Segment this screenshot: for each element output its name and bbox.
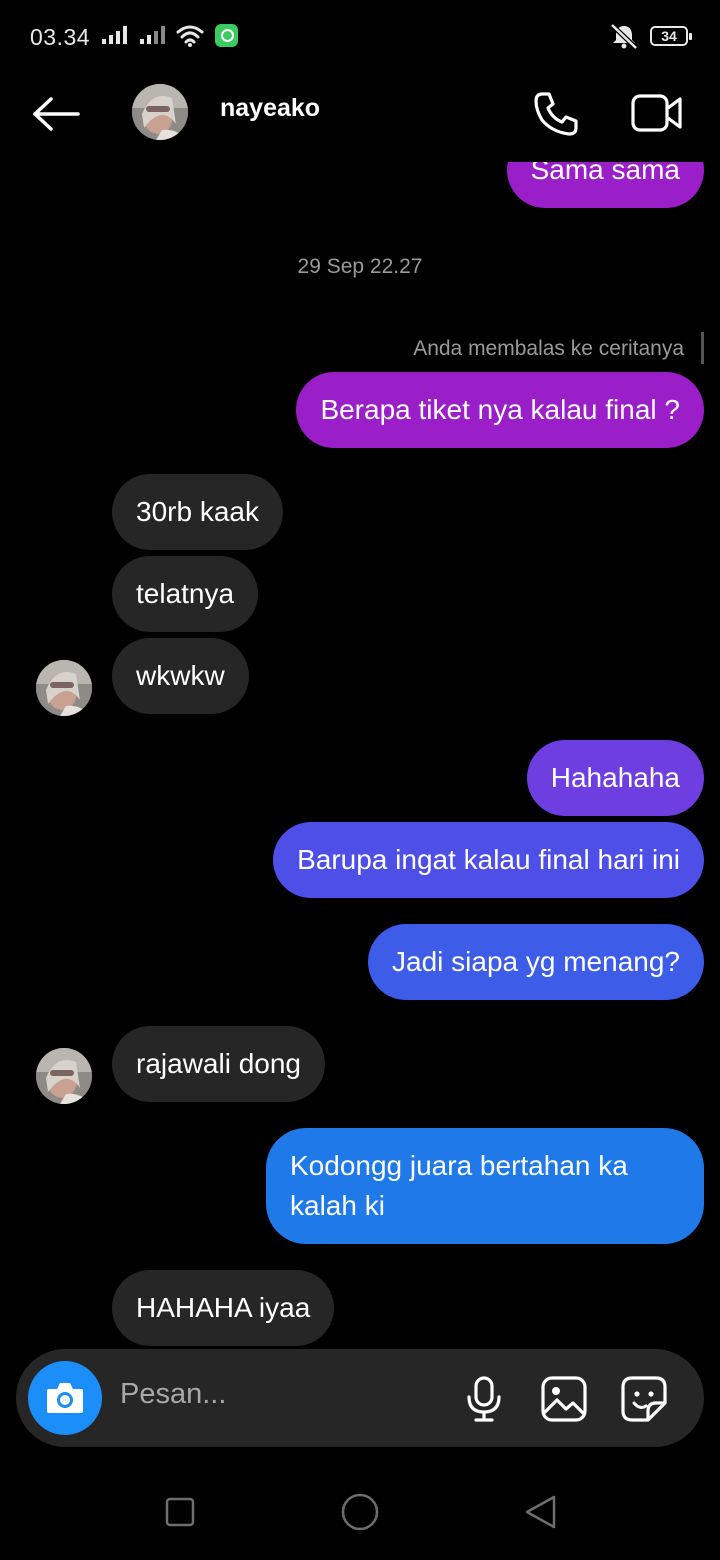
- message-bubble-sent[interactable]: Jadi siapa yg menang?: [368, 924, 704, 1000]
- message-bubble-received[interactable]: 30rb kaak: [112, 474, 283, 550]
- message-bubble-sent[interactable]: Hahahaha: [526, 740, 704, 816]
- message-timestamp: 29 Sep 22.27: [297, 255, 423, 278]
- contact-avatar[interactable]: [36, 660, 92, 716]
- message-bubble-received[interactable]: telatnya: [112, 556, 259, 632]
- message-bubble-sent[interactable]: Berapa tiket nya kalau final ?: [296, 372, 704, 448]
- back-arrow-icon[interactable]: [32, 96, 80, 132]
- mute-icon: [610, 23, 638, 50]
- signal-x-icon: [140, 26, 165, 44]
- story-reply-bar: [701, 332, 704, 364]
- status-time: 03.34: [30, 24, 91, 50]
- phone-call-icon[interactable]: [532, 90, 580, 138]
- microphone-icon[interactable]: [464, 1375, 504, 1423]
- video-call-icon[interactable]: [630, 92, 684, 134]
- back-button[interactable]: [522, 1494, 558, 1530]
- status-bar: 03.34 34: [0, 0, 720, 72]
- gallery-icon[interactable]: [540, 1375, 588, 1423]
- message-bubble-received[interactable]: wkwkw: [112, 638, 249, 714]
- chat-header: nayeako: [0, 72, 720, 162]
- message-composer: Pesan...: [16, 1349, 704, 1447]
- sticker-icon[interactable]: [620, 1375, 668, 1423]
- camera-button[interactable]: [28, 1361, 102, 1435]
- message-list[interactable]: Sama sama 29 Sep 22.27 Anda membalas ke …: [0, 162, 720, 1348]
- recents-button[interactable]: [164, 1496, 196, 1528]
- message-bubble-received[interactable]: HAHAHA iyaa: [112, 1270, 335, 1346]
- camera-icon: [47, 1383, 83, 1413]
- message-bubble-sent[interactable]: Sama sama: [506, 162, 704, 208]
- contact-avatar[interactable]: [132, 84, 188, 140]
- signal-icon: [102, 26, 127, 44]
- system-navigation-bar: [0, 1460, 720, 1560]
- contact-username[interactable]: nayeako: [220, 94, 320, 123]
- story-reply-note: Anda membalas ke ceritanya: [413, 337, 684, 360]
- app-notification-icon: [215, 24, 238, 47]
- battery-indicator: 34: [650, 26, 692, 46]
- message-bubble-sent[interactable]: Barupa ingat kalau final hari ini: [273, 822, 704, 898]
- wifi-icon: [176, 25, 204, 47]
- home-button[interactable]: [340, 1492, 380, 1532]
- message-bubble-sent[interactable]: Kodongg juara bertahan ka kalah ki: [266, 1128, 704, 1244]
- contact-avatar[interactable]: [36, 1048, 92, 1104]
- message-bubble-received[interactable]: rajawali dong: [112, 1026, 325, 1102]
- message-input[interactable]: Pesan...: [120, 1378, 226, 1411]
